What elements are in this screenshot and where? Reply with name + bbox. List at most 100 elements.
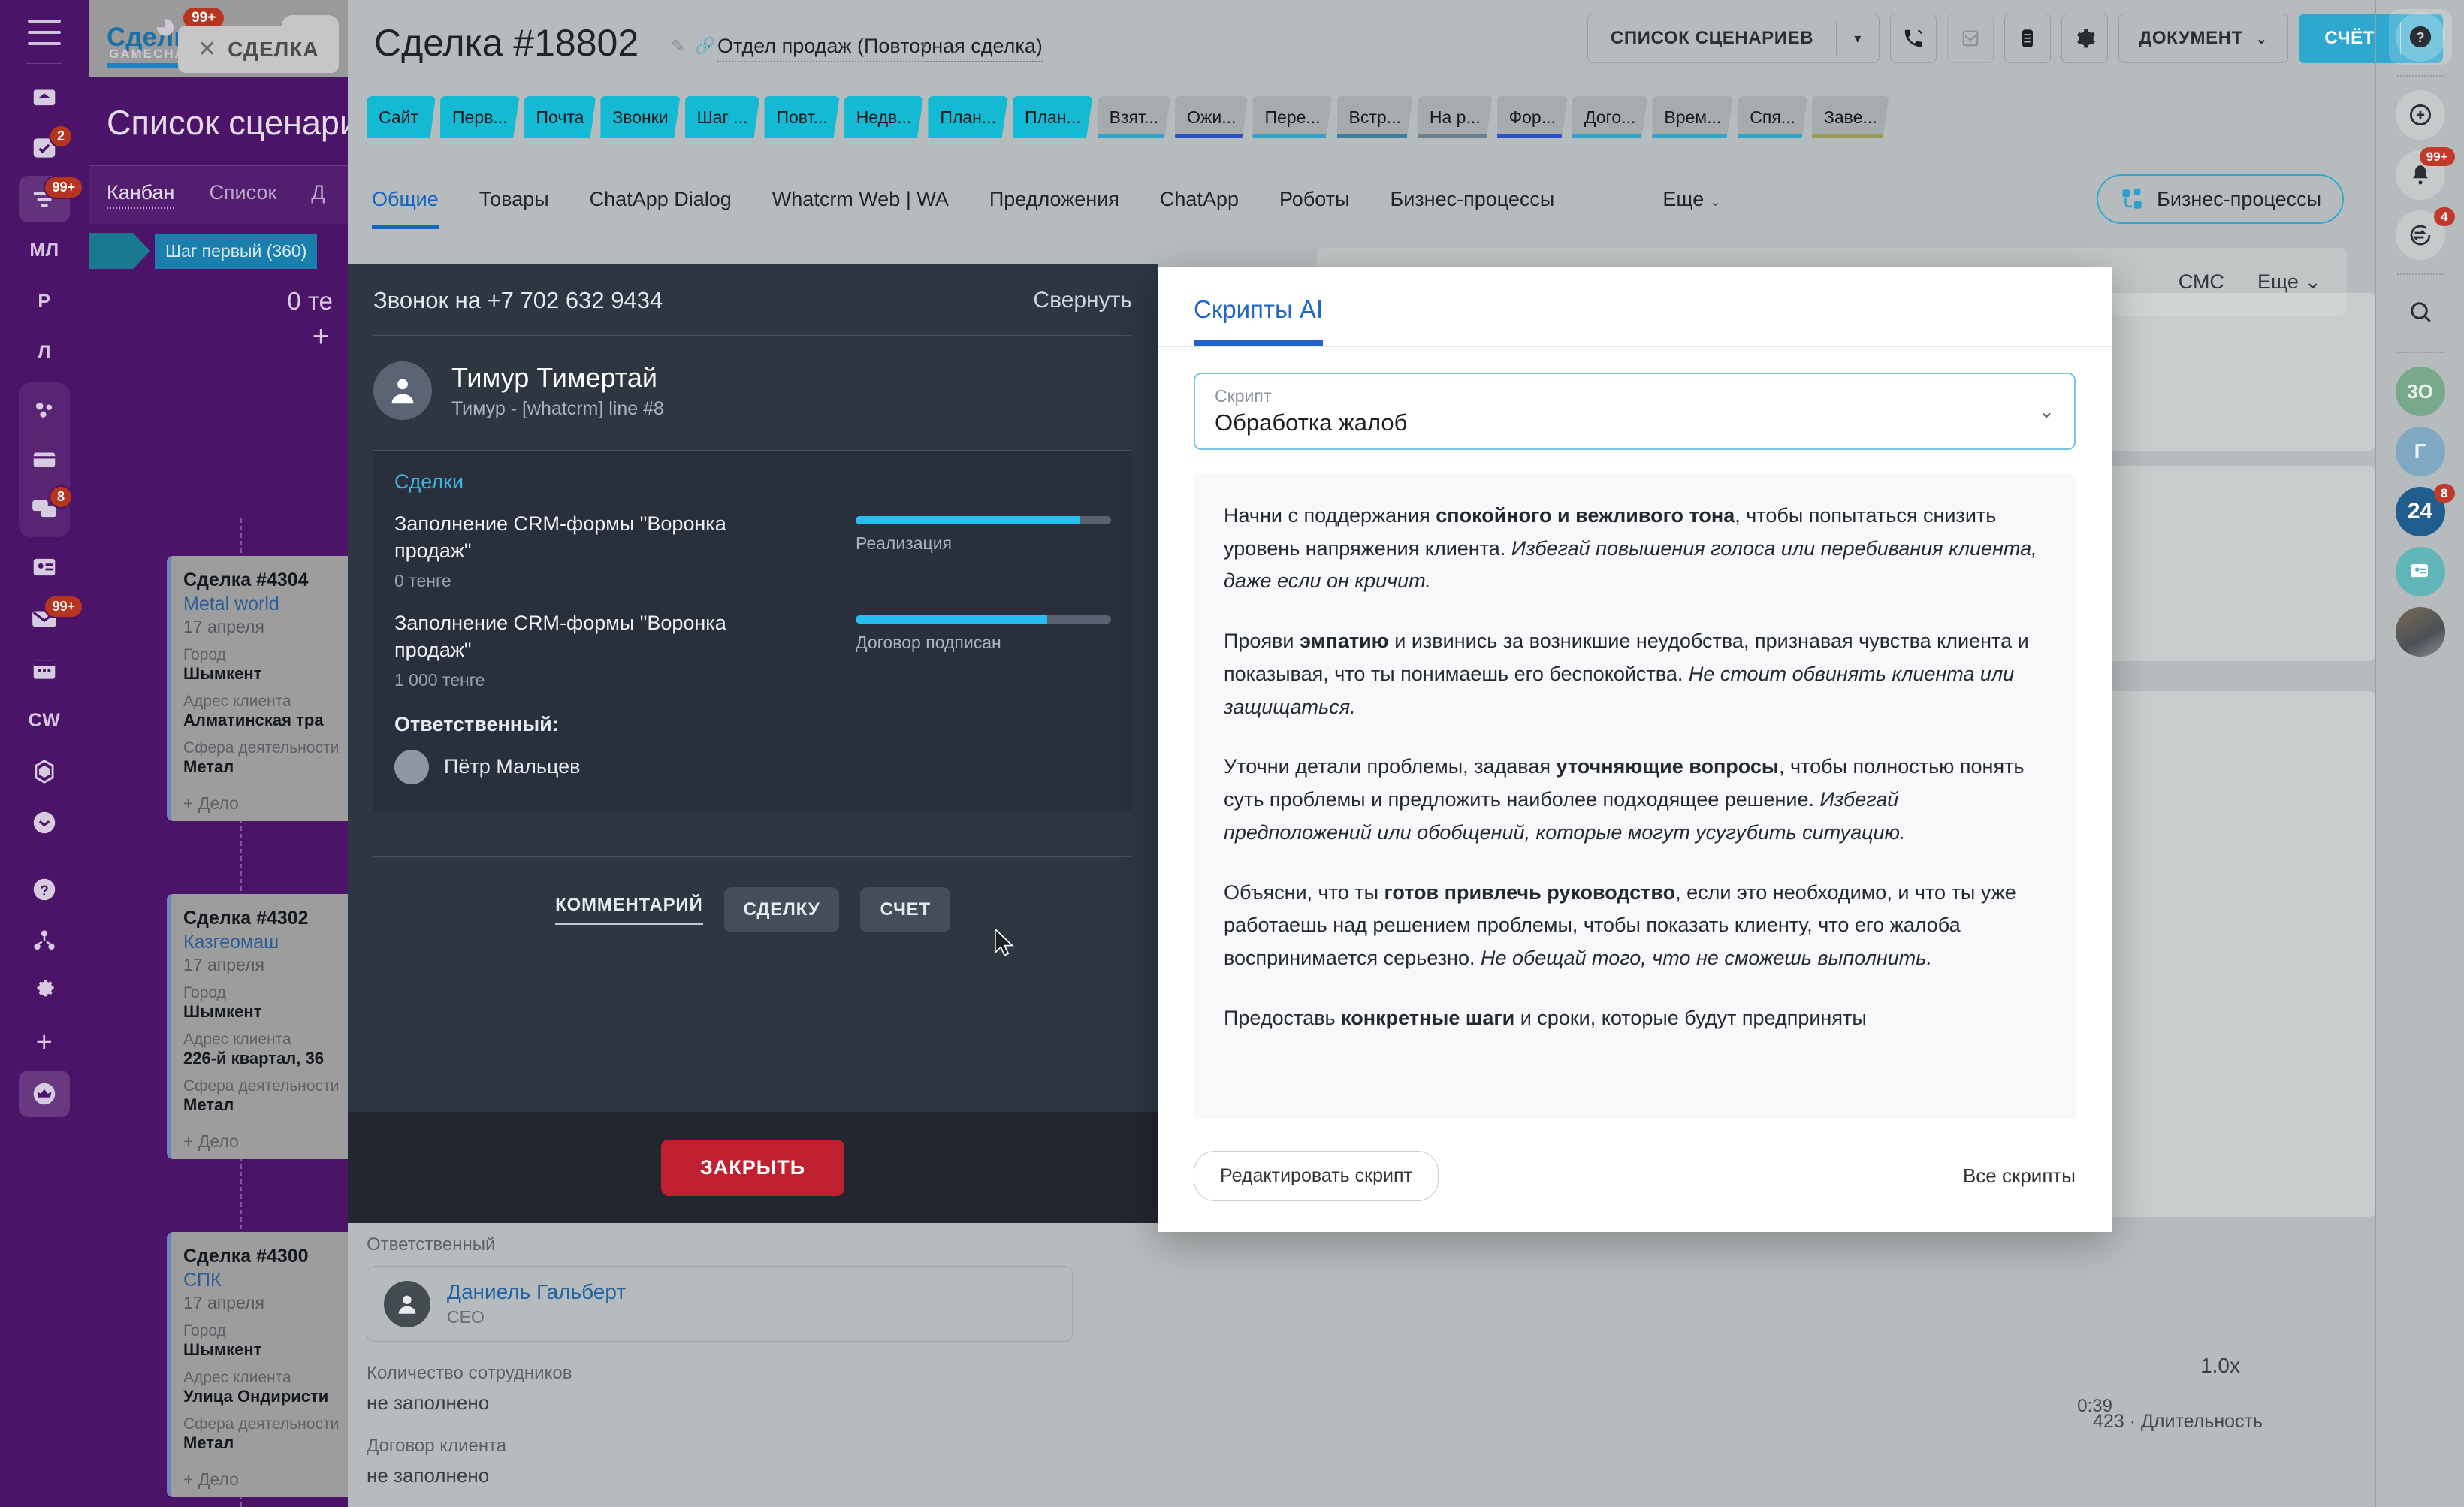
kanban-card-company[interactable]: Metal world: [183, 593, 344, 615]
playback-speed[interactable]: 1.0x: [2200, 1354, 2240, 1378]
sidebar-item-settings[interactable]: [19, 968, 70, 1015]
sidebar-item-tasks[interactable]: 2: [19, 125, 71, 171]
toolbar-user-photo[interactable]: [2389, 604, 2452, 660]
kanban-card-add-activity[interactable]: + Дело: [183, 1469, 344, 1490]
kanban-card[interactable]: Сделка #4300 СПК 17 апреля Город Шымкент Адре…: [167, 1232, 348, 1497]
stage-chip[interactable]: План...: [1013, 96, 1093, 138]
stage-arrow[interactable]: [89, 233, 150, 269]
sidebar-item-calendar[interactable]: [19, 646, 70, 693]
kanban-card[interactable]: Сделка #4304 Metal world 17 апреля Город Шым…: [167, 556, 348, 821]
deal-pipeline-label[interactable]: Отдел продаж (Повторная сделка): [717, 35, 1043, 62]
sidebar-item-contacts[interactable]: [19, 544, 70, 590]
kanban-card-company[interactable]: Казгеомаш: [183, 932, 344, 953]
stage-chip[interactable]: Недв...: [844, 96, 924, 138]
close-call-button[interactable]: ЗАКРЫТЬ: [660, 1139, 845, 1196]
toolbar-search-icon[interactable]: [2389, 285, 2452, 341]
stage-chip[interactable]: Фор...: [1496, 96, 1568, 138]
all-scripts-link[interactable]: Все скрипты: [1963, 1164, 2076, 1188]
document-button[interactable]: ДОКУМЕНТ ⌄: [2118, 14, 2289, 63]
sidebar-item-l[interactable]: Л: [19, 329, 70, 376]
tab-chatapp-dialog[interactable]: ChatApp Dialog: [590, 188, 732, 211]
field-value-contract[interactable]: не заполнено: [367, 1464, 1118, 1487]
scenario-list-button[interactable]: СПИСОК СЦЕНАРИЕВ ▾: [1587, 14, 1880, 63]
more-label[interactable]: Еще ⌄: [2257, 270, 2321, 294]
sidebar-item-automation[interactable]: [19, 388, 70, 434]
stage-chip[interactable]: Звонки: [600, 96, 681, 138]
tab-scripts-ai[interactable]: Скрипты AI: [1194, 295, 1324, 346]
close-icon[interactable]: ✕: [198, 36, 217, 62]
stage-chip[interactable]: Шаг ...: [684, 96, 760, 138]
responsible-box[interactable]: Даниель Гальберт CEO: [367, 1266, 1073, 1342]
stage-chip[interactable]: Пере...: [1252, 96, 1333, 138]
tab-create-deal[interactable]: СДЕЛКУ: [723, 886, 840, 932]
tab-more[interactable]: Еще ⌄: [1662, 188, 1720, 211]
sms-label[interactable]: СМС: [2179, 270, 2224, 294]
tab-бизнес-процессы[interactable]: Бизнес-процессы: [1390, 188, 1554, 211]
responsible-name[interactable]: Даниель Гальберт: [447, 1280, 626, 1304]
stage-chip[interactable]: Ожи...: [1175, 96, 1249, 138]
link-icon[interactable]: 🔗: [695, 36, 715, 56]
sidebar-item-ml[interactable]: МЛ: [19, 227, 70, 273]
sidebar-item-clock[interactable]: [19, 799, 70, 846]
chevron-down-icon[interactable]: ▾: [1837, 14, 1879, 63]
caller-deals-header[interactable]: Сделки: [394, 470, 1111, 494]
toolbar-bell-icon[interactable]: 99+: [2389, 147, 2455, 203]
notes-button[interactable]: [2004, 14, 2052, 63]
view-tab-more[interactable]: Д: [311, 181, 325, 209]
tab-create-invoice[interactable]: СЧЕТ: [860, 886, 950, 932]
sidebar-item-r[interactable]: Р: [19, 278, 70, 325]
menu-burger-icon[interactable]: [28, 20, 61, 45]
tab-предложения[interactable]: Предложения: [989, 188, 1119, 211]
kanban-card-add-activity[interactable]: + Дело: [183, 793, 344, 814]
stage-chip[interactable]: Взят...: [1097, 96, 1171, 138]
field-value-employees[interactable]: не заполнено: [367, 1391, 1118, 1415]
script-select[interactable]: Скрипт Обработка жалоб ⌄: [1194, 373, 2076, 450]
chevron-down-icon[interactable]: ▾: [920, 38, 927, 53]
sidebar-item-mail[interactable]: 99+: [19, 595, 82, 642]
business-processes-button[interactable]: Бизнес-процессы: [2097, 174, 2344, 224]
kanban-card[interactable]: Сделка #4302 Казгеомаш 17 апреля Город Шымке…: [167, 894, 348, 1159]
stage-chip[interactable]: Повт...: [764, 96, 840, 138]
stage-chip[interactable]: Сайт: [367, 96, 436, 138]
call-button[interactable]: [1890, 14, 1937, 63]
toolbar-avatar-g[interactable]: Г: [2389, 424, 2452, 479]
deal-open-tab[interactable]: ✕ СДЕЛКА: [178, 26, 339, 73]
sidebar-item-add[interactable]: +: [19, 1019, 70, 1066]
stage-chip[interactable]: Дого...: [1572, 96, 1648, 138]
stage-chip[interactable]: Врем...: [1652, 96, 1734, 138]
tab-общие[interactable]: Общие: [372, 188, 439, 229]
sidebar-item-deals[interactable]: [19, 436, 70, 483]
view-tab-list[interactable]: Список: [209, 181, 276, 209]
minimize-button[interactable]: Свернуть: [1033, 288, 1132, 313]
stage-chip[interactable]: Перв...: [440, 96, 520, 138]
caller-deal-row[interactable]: Заполнение CRM-формы "Воронка продаж" 0 т…: [394, 510, 1111, 591]
kanban-card-add-activity[interactable]: + Дело: [183, 1131, 344, 1152]
sidebar-item-subscription[interactable]: [19, 1071, 70, 1117]
kanban-add-icon[interactable]: +: [89, 316, 348, 354]
stage-chip[interactable]: Спя...: [1738, 96, 1807, 138]
view-tab-kanban[interactable]: Канбан: [107, 181, 175, 209]
kanban-stage-first[interactable]: Шаг первый (360): [155, 233, 318, 269]
sidebar-item-cw[interactable]: CW: [19, 697, 70, 744]
tab-товары[interactable]: Товары: [479, 188, 549, 211]
settings-button[interactable]: [2061, 14, 2109, 63]
caller-deal-row[interactable]: Заполнение CRM-формы "Воронка продаж" 1 0…: [394, 609, 1111, 690]
tab-chatapp[interactable]: ChatApp: [1160, 188, 1239, 211]
toolbar-copilot-icon[interactable]: [2389, 87, 2452, 143]
stage-chip[interactable]: На р...: [1417, 96, 1493, 138]
tab-роботы[interactable]: Роботы: [1279, 188, 1350, 211]
stage-chip[interactable]: Заве...: [1812, 96, 1889, 138]
stage-chip[interactable]: Встр...: [1336, 96, 1413, 138]
toolbar-chat-swap-icon[interactable]: 4: [2389, 207, 2455, 263]
sidebar-item-chat[interactable]: 8: [19, 485, 71, 532]
tab-comment[interactable]: КОММЕНТАРИЙ: [555, 895, 703, 925]
edit-pencil-icon[interactable]: ✎: [671, 36, 685, 56]
toolbar-avatar-30[interactable]: 3O: [2389, 364, 2452, 419]
sidebar-item-help[interactable]: ?: [19, 866, 70, 913]
email-button[interactable]: [1947, 14, 1994, 63]
toolbar-help-icon[interactable]: ?: [2388, 9, 2452, 65]
kanban-card-company[interactable]: СПК: [183, 1270, 344, 1291]
chevron-down-icon[interactable]: ⌄: [2038, 400, 2055, 423]
tab-whatcrm-web-wa[interactable]: Whatcrm Web | WA: [772, 188, 949, 211]
sidebar-item-share[interactable]: [19, 917, 70, 964]
